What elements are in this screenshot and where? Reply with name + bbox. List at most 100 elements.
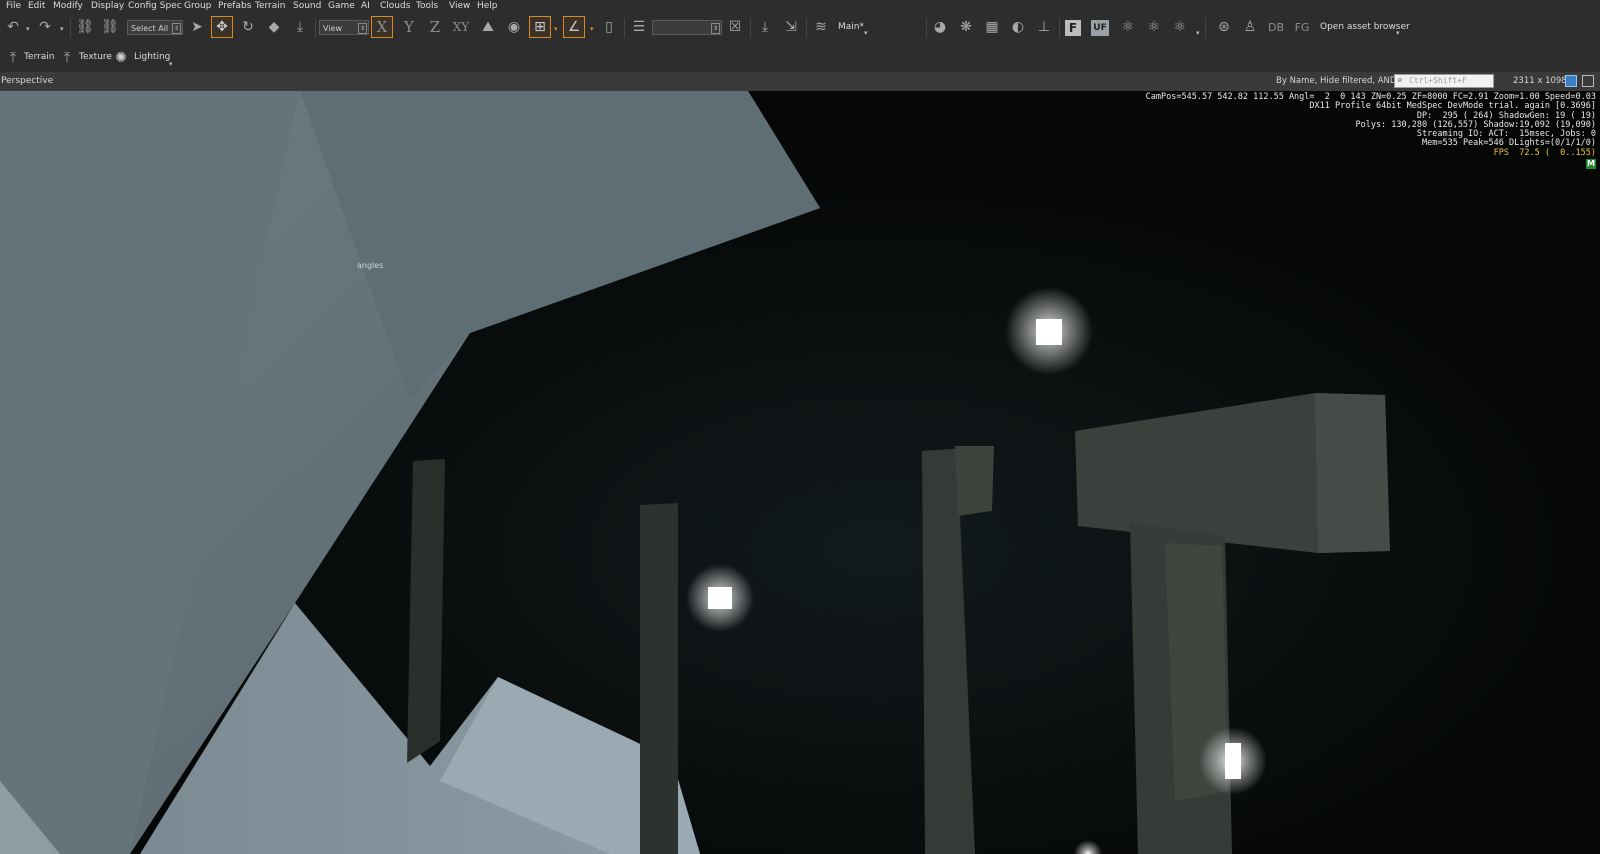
terrain-snap-icon[interactable]: ⛰ bbox=[477, 16, 499, 38]
lighting-mode-button[interactable]: Lighting bbox=[134, 52, 170, 62]
ruler-icon[interactable]: ▯ bbox=[598, 16, 620, 38]
search-input[interactable]: ⌕ Ctrl+Shift+F bbox=[1394, 74, 1494, 88]
menu-display[interactable]: Display bbox=[91, 0, 124, 12]
coord-combo[interactable]: View ⇕ bbox=[319, 20, 369, 35]
viewport-title[interactable]: Perspective bbox=[1, 72, 53, 91]
maximize-icon[interactable] bbox=[1582, 75, 1594, 87]
menu-view[interactable]: View bbox=[449, 0, 470, 12]
menu-clouds[interactable]: Clouds bbox=[380, 0, 410, 12]
spin-icon[interactable]: ⇕ bbox=[172, 23, 181, 34]
3d-viewport[interactable]: angles CamPos=545.57 542.82 112.55 Angl=… bbox=[0, 91, 1600, 854]
layer-label[interactable]: Main* bbox=[838, 22, 864, 32]
camera-icon[interactable]: ◉ bbox=[503, 16, 525, 38]
search-placeholder: Ctrl+Shift+F bbox=[1409, 76, 1467, 85]
undo-icon[interactable]: ↶ bbox=[2, 16, 24, 38]
texture-mode-button[interactable]: Texture bbox=[79, 52, 112, 62]
character-icon[interactable]: ◐ bbox=[1007, 16, 1029, 38]
search-icon: ⌕ bbox=[1397, 76, 1403, 86]
coord-combo-label: View bbox=[323, 24, 342, 33]
axis-y-button[interactable]: Y bbox=[398, 16, 420, 38]
viewport-options-icon[interactable] bbox=[1565, 75, 1577, 87]
separator bbox=[315, 18, 316, 38]
light-source bbox=[1225, 743, 1241, 779]
spin-icon[interactable]: ⇕ bbox=[358, 23, 367, 34]
pillar bbox=[955, 446, 994, 515]
mode-badge: M bbox=[1586, 159, 1596, 169]
separator bbox=[1205, 18, 1206, 38]
grid-icon[interactable]: ⊞ bbox=[529, 16, 551, 38]
selection-list-icon[interactable]: ☰ bbox=[628, 16, 650, 38]
select-combo-label: Select All bbox=[131, 24, 169, 33]
menu-tools[interactable]: Tools bbox=[416, 0, 438, 12]
scene-label: angles bbox=[357, 261, 384, 270]
named-selection-combo[interactable]: ⇕ bbox=[652, 20, 722, 35]
particles-icon[interactable]: ❋ bbox=[955, 16, 977, 38]
filter-options[interactable]: By Name, Hide filtered, AND bbox=[1276, 72, 1396, 91]
angle-dropdown-icon[interactable]: ▾ bbox=[590, 25, 594, 33]
menu-sound[interactable]: Sound bbox=[293, 0, 321, 12]
asset-dropdown-icon[interactable]: ▾ bbox=[1396, 29, 1400, 37]
redo-dropdown-icon[interactable]: ▾ bbox=[60, 25, 64, 33]
menu-ai[interactable]: AI bbox=[361, 0, 370, 12]
scale-icon[interactable]: ◆ bbox=[263, 16, 285, 38]
pillar-top bbox=[1315, 393, 1390, 553]
menu-config-spec[interactable]: Config Spec bbox=[128, 0, 182, 12]
redo-icon[interactable]: ↷ bbox=[34, 16, 56, 38]
menu-help[interactable]: Help bbox=[477, 0, 498, 12]
grid-dropdown-icon[interactable]: ▾ bbox=[554, 25, 558, 33]
modes-dropdown-icon[interactable]: ▾ bbox=[169, 60, 173, 68]
atom-icon[interactable]: ⚛ bbox=[1117, 16, 1139, 38]
pillar bbox=[407, 459, 445, 763]
material-icon[interactable]: ▦ bbox=[981, 16, 1003, 38]
stats-fps: FPS 72.5 ( 0..155) bbox=[1493, 147, 1596, 158]
lighting-icon[interactable]: ✺ bbox=[110, 47, 132, 69]
angle-snap-icon[interactable]: ∠ bbox=[563, 16, 585, 38]
delete-selection-icon[interactable]: ☒ bbox=[724, 16, 746, 38]
axis-xy-button[interactable]: XY bbox=[450, 16, 472, 38]
measure-icon[interactable]: ⊥ bbox=[1033, 16, 1055, 38]
physics-icon[interactable]: ◕ bbox=[929, 16, 951, 38]
align-icon[interactable]: ⇲ bbox=[780, 16, 802, 38]
ui-flowgraph-button[interactable]: UF bbox=[1091, 20, 1109, 36]
menu-game[interactable]: Game bbox=[328, 0, 355, 12]
menu-terrain[interactable]: Terrain bbox=[255, 0, 285, 12]
pillar bbox=[640, 503, 678, 854]
menu-group[interactable]: Group bbox=[184, 0, 211, 12]
layers-icon[interactable]: ≋ bbox=[810, 16, 832, 38]
person-icon[interactable]: ♙ bbox=[1239, 16, 1261, 38]
light-source bbox=[708, 587, 732, 609]
atom-dropdown-icon[interactable]: ▾ bbox=[1196, 29, 1200, 37]
drop-to-ground-icon[interactable]: ⤓ bbox=[754, 16, 776, 38]
select-combo[interactable]: Select All ⇕ bbox=[127, 20, 183, 35]
separator bbox=[1059, 18, 1060, 38]
menu-prefabs[interactable]: Prefabs bbox=[218, 0, 251, 12]
separator bbox=[926, 18, 927, 38]
texture-icon[interactable]: ⤒ bbox=[56, 47, 78, 69]
flowgraph-fg-button[interactable]: FG bbox=[1291, 16, 1313, 38]
terrain-icon[interactable]: ⤒ bbox=[2, 47, 24, 69]
light-source bbox=[1036, 319, 1062, 345]
rotate-icon[interactable]: ↻ bbox=[237, 16, 259, 38]
lifebuoy-icon[interactable]: ⊛ bbox=[1213, 16, 1235, 38]
move-icon[interactable]: ✥ bbox=[211, 16, 233, 38]
menu-file[interactable]: File bbox=[6, 0, 21, 12]
terrain-mode-button[interactable]: Terrain bbox=[24, 52, 54, 62]
viewport-header: Perspective By Name, Hide filtered, AND … bbox=[0, 72, 1600, 91]
layer-dropdown-icon[interactable]: ▾ bbox=[864, 29, 868, 37]
link-icon[interactable]: ⛓ bbox=[74, 16, 96, 38]
separator bbox=[806, 18, 807, 38]
atom-icon[interactable]: ⚛ bbox=[1169, 16, 1191, 38]
atom-icon[interactable]: ⚛ bbox=[1143, 16, 1165, 38]
light-glow bbox=[1074, 840, 1102, 854]
menu-edit[interactable]: Edit bbox=[28, 0, 45, 12]
unlink-icon[interactable]: ⛓ bbox=[99, 16, 121, 38]
axis-z-button[interactable]: Z bbox=[424, 16, 446, 38]
undo-dropdown-icon[interactable]: ▾ bbox=[26, 25, 30, 33]
database-button[interactable]: DB bbox=[1265, 16, 1287, 38]
place-icon[interactable]: ⤓ bbox=[289, 16, 311, 38]
select-arrow-icon[interactable]: ➤ bbox=[186, 16, 208, 38]
spin-icon[interactable]: ⇕ bbox=[711, 23, 720, 34]
menu-modify[interactable]: Modify bbox=[53, 0, 83, 12]
axis-x-button[interactable]: X bbox=[371, 16, 393, 38]
flowgraph-f-button[interactable]: F bbox=[1065, 20, 1081, 36]
